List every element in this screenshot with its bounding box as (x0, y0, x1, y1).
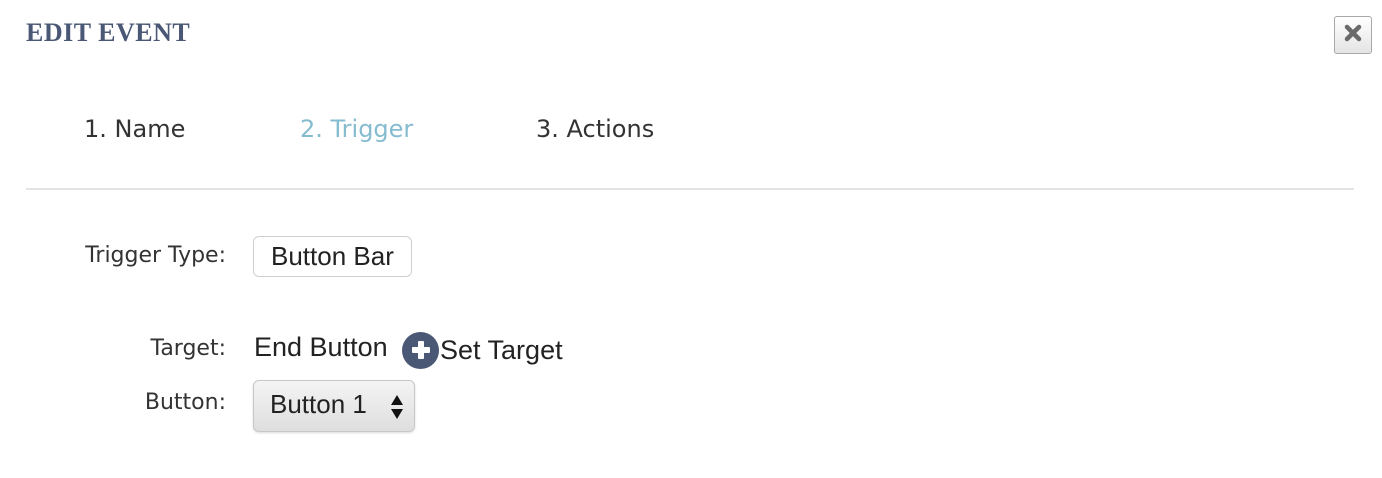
tab-actions[interactable]: 3. Actions (536, 115, 654, 143)
button-select[interactable]: Button 1 (253, 380, 415, 432)
tabs-divider (26, 188, 1354, 190)
set-target-label: Set Target (440, 334, 563, 365)
plus-circle-icon (402, 331, 439, 369)
button-select-value: Button 1 (270, 389, 367, 419)
dialog-title: EDIT EVENT (26, 18, 191, 47)
trigger-type-button[interactable]: Button Bar (253, 236, 412, 277)
trigger-type-label: Trigger Type: (85, 243, 226, 268)
set-target-button[interactable]: Set Target (402, 331, 563, 369)
button-label: Button: (144, 390, 226, 415)
close-x-icon (1343, 23, 1363, 48)
close-button[interactable] (1334, 16, 1372, 54)
target-label: Target: (150, 336, 226, 361)
step-tabs: 1. Name 2. Trigger 3. Actions (0, 115, 1382, 155)
select-arrows-icon (390, 394, 404, 420)
target-value: End Button (254, 332, 388, 362)
tab-trigger[interactable]: 2. Trigger (300, 115, 413, 143)
tab-name[interactable]: 1. Name (84, 115, 185, 143)
